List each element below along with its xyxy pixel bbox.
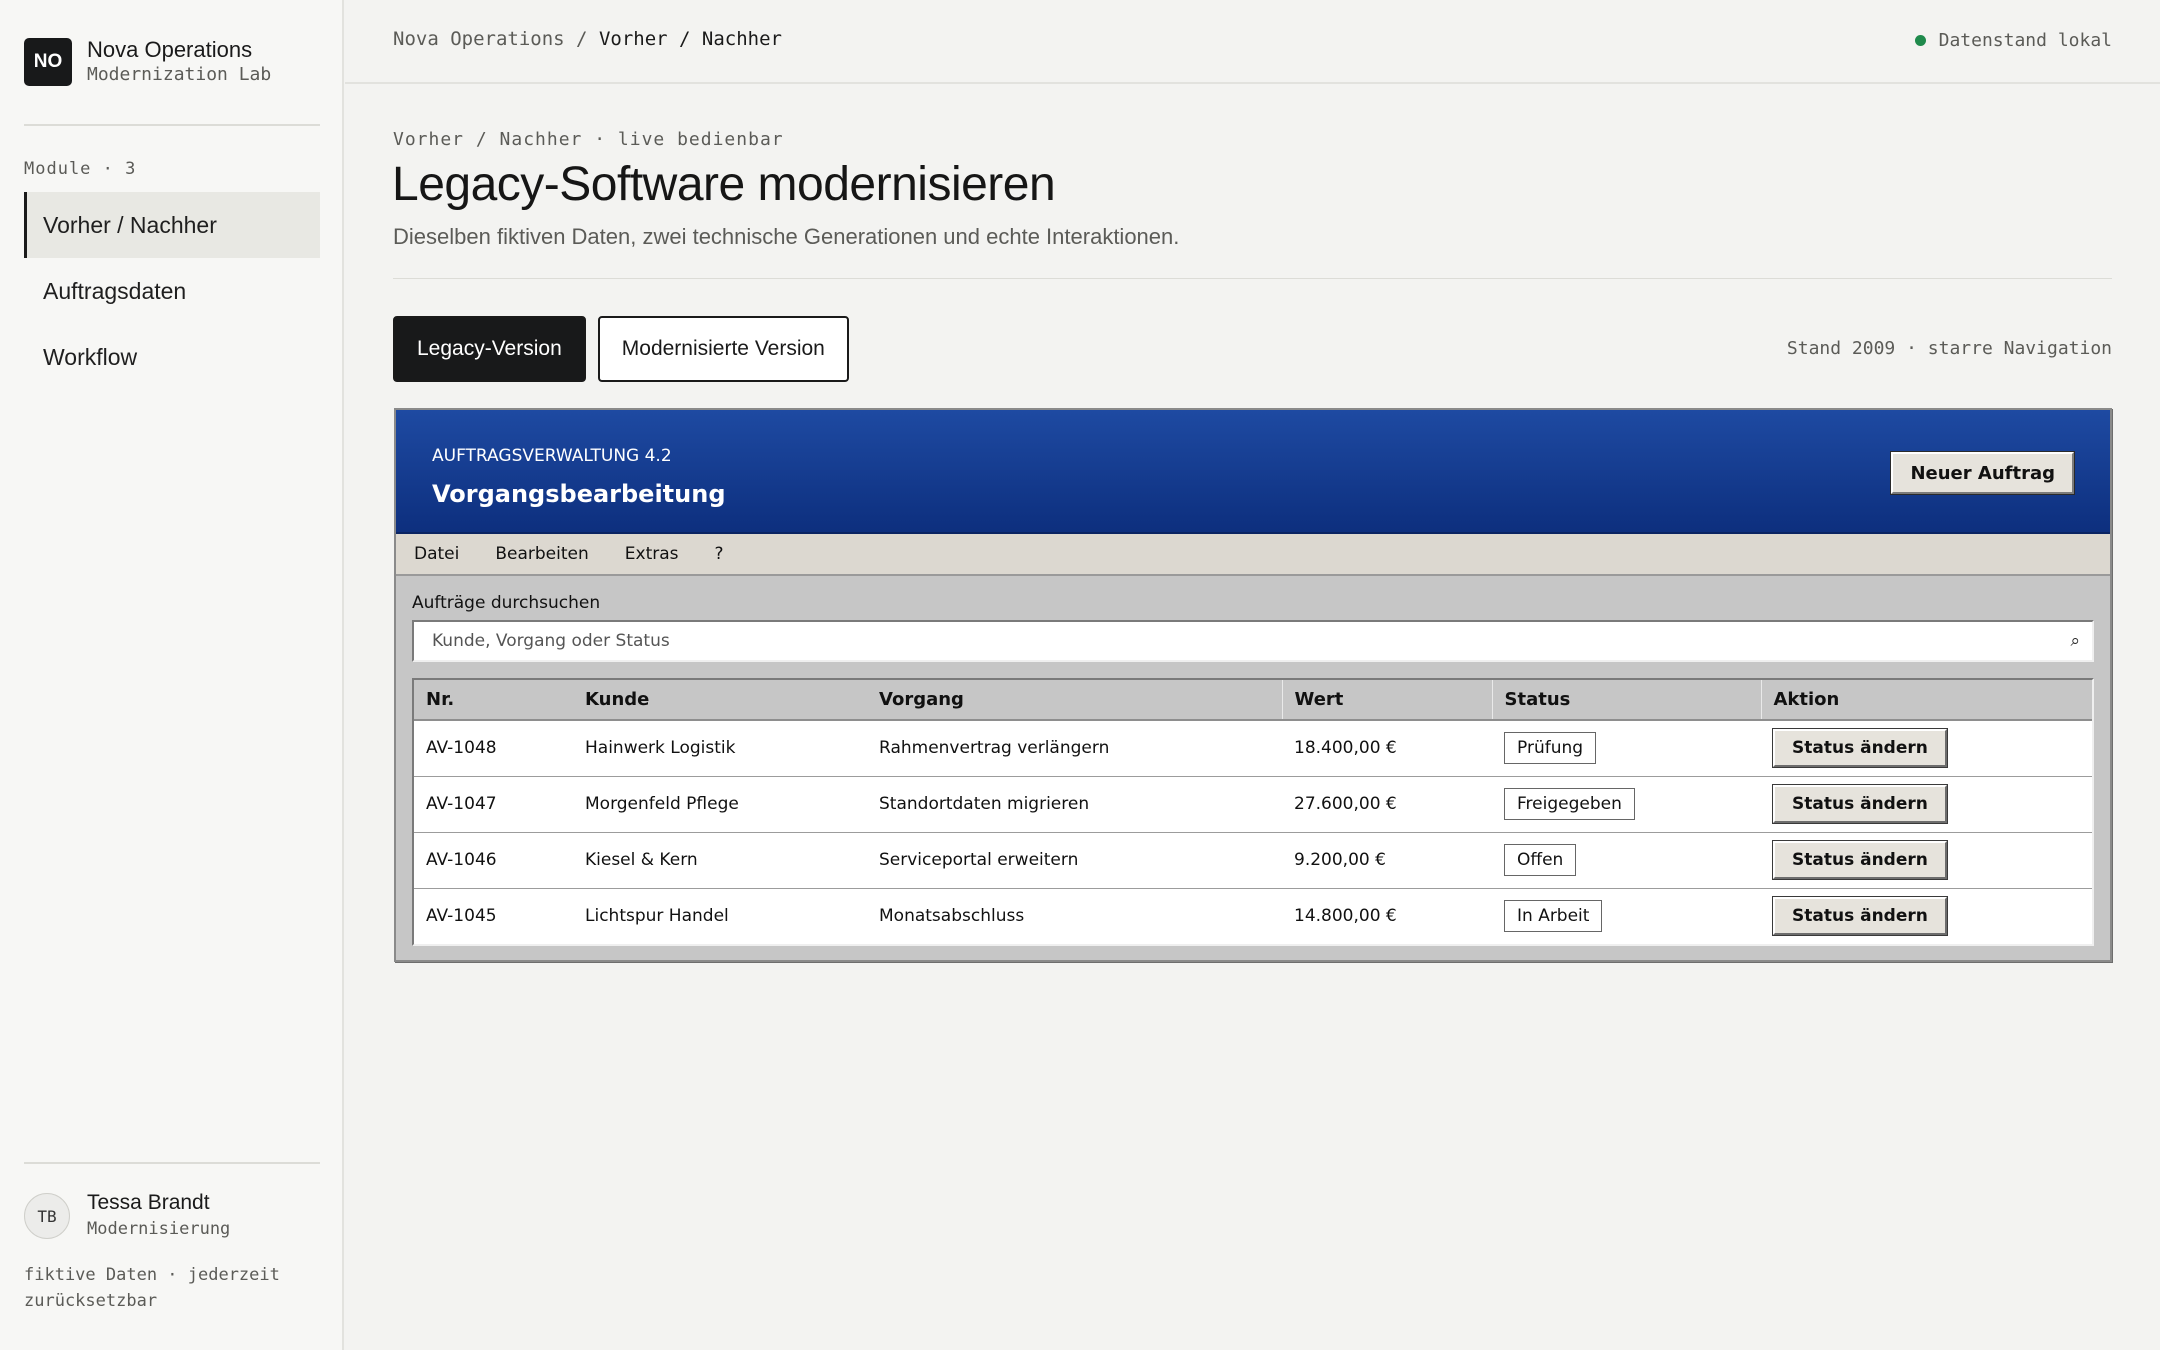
search-field: ⌕ bbox=[412, 620, 2094, 662]
sidebar: NO Nova Operations Modernization Lab Mod… bbox=[0, 0, 344, 1350]
cell-aktion: Status ändern bbox=[1761, 720, 2092, 777]
brand-name: Nova Operations bbox=[87, 37, 253, 62]
sidebar-item-label: Vorher / Nachher bbox=[43, 211, 217, 238]
cell-vorgang: Serviceportal erweitern bbox=[867, 832, 1282, 889]
column-header-wert[interactable]: Wert bbox=[1281, 680, 1492, 721]
sidebar-nav: Vorher / Nachher Auftragsdaten Workflow bbox=[24, 192, 320, 390]
search-input[interactable] bbox=[414, 622, 2092, 660]
version-note: Stand 2009 · starre Navigation bbox=[1786, 338, 2112, 359]
status-dot-icon bbox=[1914, 35, 1926, 46]
legacy-app-name: AUFTRAGSVERWALTUNG 4.2 bbox=[432, 446, 672, 466]
legacy-title: Vorgangsbearbeitung bbox=[432, 480, 726, 508]
cell-wert: 27.600,00 € bbox=[1282, 776, 1492, 833]
sidebar-item-label: Workflow bbox=[43, 343, 138, 370]
status-badge: Freigegeben bbox=[1504, 788, 1635, 820]
breadcrumb-current: Vorher / Nachher bbox=[598, 28, 782, 50]
brand-logo: NO bbox=[24, 38, 72, 86]
cell-kunde: Hainwerk Logistik bbox=[573, 720, 867, 777]
cell-status: In Arbeit bbox=[1492, 888, 1761, 944]
cell-vorgang: Standortdaten migrieren bbox=[867, 776, 1282, 833]
cell-kunde: Morgenfeld Pflege bbox=[573, 776, 867, 833]
data-status-label: Datenstand lokal bbox=[1938, 30, 2112, 51]
cell-aktion: Status ändern bbox=[1761, 888, 2092, 944]
search-icon[interactable]: ⌕ bbox=[2070, 631, 2080, 651]
sidebar-divider bbox=[24, 124, 320, 126]
brand: NO Nova Operations Modernization Lab bbox=[24, 37, 271, 87]
version-toggle: Legacy-Version Modernisierte Version bbox=[393, 316, 849, 382]
table-row[interactable]: AV-1046 Kiesel & Kern Serviceportal erwe… bbox=[414, 832, 2092, 889]
sidebar-item-vorher-nachher[interactable]: Vorher / Nachher bbox=[24, 192, 320, 258]
sidebar-divider bbox=[24, 1162, 320, 1164]
change-status-button[interactable]: Status ändern bbox=[1772, 728, 1948, 769]
status-badge: Offen bbox=[1504, 844, 1577, 876]
cell-wert: 14.800,00 € bbox=[1294, 906, 1397, 927]
table-row[interactable]: AV-1047 Morgenfeld Pflege Standortdaten … bbox=[414, 776, 2092, 833]
data-status: Datenstand lokal bbox=[1914, 30, 2112, 51]
status-badge: In Arbeit bbox=[1504, 900, 1603, 933]
menu-help[interactable]: ? bbox=[715, 544, 724, 564]
module-label: Module · 3 bbox=[24, 159, 137, 179]
menu-bearbeiten[interactable]: Bearbeiten bbox=[495, 544, 588, 564]
orders-table: Nr. Kunde Vorgang Wert Status Aktion AV-… bbox=[412, 678, 2094, 946]
cell-nr: AV-1047 bbox=[414, 776, 573, 833]
cell-nr: AV-1046 bbox=[414, 832, 573, 889]
legacy-version-button[interactable]: Legacy-Version bbox=[393, 316, 586, 382]
cell-status: Offen bbox=[1492, 832, 1761, 889]
cell-vorgang: Rahmenvertrag verlängern bbox=[867, 720, 1282, 777]
page-subtitle: Dieselben fiktiven Daten, zwei technisch… bbox=[393, 224, 1180, 249]
page-eyebrow: Vorher / Nachher · live bedienbar bbox=[393, 129, 784, 150]
cell-nr: AV-1048 bbox=[414, 720, 573, 777]
menu-extras[interactable]: Extras bbox=[625, 544, 679, 564]
legacy-app-window: AUFTRAGSVERWALTUNG 4.2 Vorgangsbearbeitu… bbox=[394, 408, 2112, 962]
cell-vorgang: Monatsabschluss bbox=[879, 906, 1025, 927]
cell-kunde: Kiesel & Kern bbox=[573, 832, 867, 889]
user-profile[interactable]: TB Tessa Brandt Modernisierung bbox=[24, 1190, 230, 1242]
legacy-header: AUFTRAGSVERWALTUNG 4.2 Vorgangsbearbeitu… bbox=[396, 410, 2110, 534]
status-badge: Prüfung bbox=[1504, 732, 1597, 765]
column-header-aktion: Aktion bbox=[1760, 680, 2092, 721]
table-row[interactable]: AV-1045 Lichtspur Handel Monatsabschluss… bbox=[414, 888, 2092, 944]
breadcrumb-root[interactable]: Nova Operations bbox=[393, 28, 565, 50]
brand-subtitle: Modernization Lab bbox=[87, 64, 272, 85]
header-divider bbox=[393, 278, 2112, 279]
column-header-vorgang[interactable]: Vorgang bbox=[867, 680, 1282, 721]
column-header-nr[interactable]: Nr. bbox=[414, 680, 573, 721]
change-status-button[interactable]: Status ändern bbox=[1772, 784, 1948, 824]
modern-version-button[interactable]: Modernisierte Version bbox=[597, 316, 849, 382]
topbar: Nova Operations / Vorher / Nachher Daten… bbox=[345, 0, 2160, 84]
table-row[interactable]: AV-1048 Hainwerk Logistik Rahmenvertrag … bbox=[414, 720, 2092, 777]
sidebar-item-label: Auftragsdaten bbox=[43, 277, 187, 304]
cell-aktion: Status ändern bbox=[1761, 776, 2092, 833]
change-status-button[interactable]: Status ändern bbox=[1772, 840, 1948, 880]
sidebar-item-auftragsdaten[interactable]: Auftragsdaten bbox=[24, 258, 320, 324]
cell-wert: 9.200,00 € bbox=[1282, 832, 1492, 889]
legacy-menubar: Datei Bearbeiten Extras ? bbox=[396, 534, 2110, 576]
column-header-status[interactable]: Status bbox=[1491, 680, 1761, 721]
table-header-row: Nr. Kunde Vorgang Wert Status Aktion bbox=[414, 680, 2092, 721]
cell-status: Prüfung bbox=[1492, 720, 1761, 777]
cell-nr: AV-1045 bbox=[426, 906, 497, 927]
column-header-kunde[interactable]: Kunde bbox=[573, 680, 867, 721]
change-status-button[interactable]: Status ändern bbox=[1772, 896, 1948, 937]
sidebar-item-workflow[interactable]: Workflow bbox=[24, 324, 320, 390]
cell-wert: 18.400,00 € bbox=[1282, 720, 1492, 777]
user-name: Tessa Brandt bbox=[87, 1191, 210, 1214]
footnote: fiktive Daten · jederzeit zurücksetzbar bbox=[24, 1265, 280, 1311]
breadcrumb-separator: / bbox=[576, 28, 588, 50]
cell-aktion: Status ändern bbox=[1761, 832, 2092, 889]
page-title: Legacy-Software modernisieren bbox=[392, 158, 1056, 211]
user-role: Modernisierung bbox=[87, 1219, 231, 1239]
new-order-button[interactable]: Neuer Auftrag bbox=[1890, 451, 2075, 495]
cell-status: Freigegeben bbox=[1492, 776, 1761, 833]
search-label: Aufträge durchsuchen bbox=[412, 593, 601, 613]
avatar: TB bbox=[24, 1193, 70, 1239]
cell-kunde: Lichtspur Handel bbox=[585, 906, 729, 927]
menu-datei[interactable]: Datei bbox=[414, 544, 459, 564]
breadcrumb: Nova Operations / Vorher / Nachher bbox=[393, 28, 782, 50]
